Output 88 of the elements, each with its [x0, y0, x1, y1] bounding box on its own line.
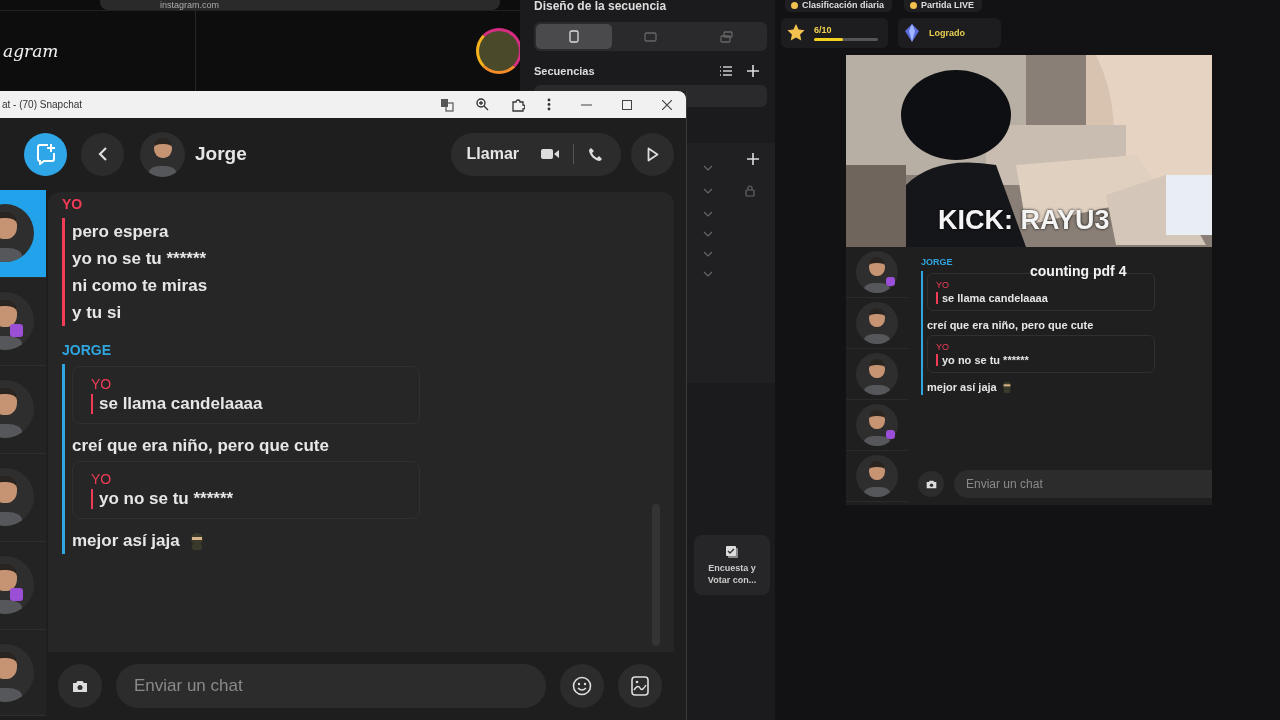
crystal-icon — [903, 23, 921, 43]
avatar — [856, 302, 898, 344]
more-icon[interactable] — [547, 98, 551, 111]
tile-label: Encuesta y Votar con... — [706, 561, 758, 586]
camera-icon — [72, 679, 88, 693]
avatar — [856, 404, 898, 446]
sender-name: YO — [62, 196, 84, 212]
message-text: yo no se tu ****** — [72, 248, 207, 269]
message-text: ni como te miras — [72, 275, 208, 296]
new-chat-button[interactable] — [24, 132, 67, 176]
chevron-icon[interactable] — [703, 251, 713, 257]
star-icon — [786, 23, 806, 43]
dual-frame-icon — [720, 30, 734, 43]
sender-name: JORGE — [62, 342, 112, 358]
sticker-icon — [631, 676, 649, 696]
message-text: yo no se tu ****** — [91, 489, 401, 509]
badge-chip[interactable]: Partida LIVE — [904, 0, 983, 12]
message-text: creí que era niño, pero que cute — [72, 435, 329, 456]
sender-name: YO — [91, 376, 113, 392]
contact-item[interactable] — [0, 190, 46, 278]
list-icon[interactable] — [719, 65, 733, 77]
chevron-icon[interactable] — [703, 211, 713, 217]
plus-icon[interactable] — [747, 65, 759, 77]
layout-tab[interactable] — [536, 24, 613, 49]
camera-button[interactable] — [58, 664, 102, 708]
chevron-icon[interactable] — [703, 271, 713, 277]
story-avatar[interactable] — [476, 28, 522, 74]
play-button[interactable] — [631, 132, 674, 176]
video-caption: KICK: RAYU3 — [938, 205, 1110, 236]
close-icon[interactable] — [662, 99, 672, 110]
message-text: se llama candelaaaa — [91, 394, 401, 414]
chevron-icon[interactable] — [703, 165, 713, 171]
panel-title: Diseño de la secuencia — [534, 0, 668, 12]
sticker-button[interactable] — [618, 664, 662, 708]
extension-icon[interactable] — [511, 97, 525, 112]
contact-item[interactable] — [0, 542, 46, 630]
overlay-text: counting pdf 4 — [1030, 263, 1127, 279]
emoji-button[interactable] — [560, 664, 604, 708]
message-text: pero espera — [72, 221, 169, 242]
camera-button[interactable] — [918, 471, 944, 497]
sender-name: JORGE — [921, 257, 954, 267]
phone-icon[interactable] — [588, 146, 603, 162]
contact-item[interactable] — [0, 630, 46, 716]
contact-item[interactable] — [0, 366, 46, 454]
avatar — [856, 353, 898, 395]
call-button[interactable]: Llamar — [456, 139, 527, 169]
message-text: mejor así jaja — [72, 530, 180, 551]
back-icon — [97, 147, 108, 161]
smiley-icon — [572, 676, 592, 696]
avatar[interactable] — [140, 131, 185, 177]
sender-name: YO — [91, 471, 113, 487]
progress-bar — [814, 38, 878, 41]
poll-icon — [725, 544, 739, 559]
poll-tile[interactable]: Encuesta y Votar con... — [694, 535, 770, 595]
plus-icon[interactable] — [747, 153, 759, 165]
message-text: yo no se tu ****** — [936, 354, 1146, 366]
avatar — [856, 455, 898, 497]
new-chat-icon — [34, 143, 57, 165]
chevron-icon[interactable] — [703, 188, 713, 194]
message-text: se llama candelaaaa — [936, 292, 1146, 304]
avatar — [856, 251, 898, 293]
sender-name: YO — [936, 342, 950, 352]
sender-name: YO — [936, 280, 950, 290]
status-label: Logrado — [929, 28, 965, 38]
maximize-icon[interactable] — [622, 99, 632, 110]
chevron-icon[interactable] — [703, 231, 713, 237]
translate-icon[interactable] — [440, 97, 454, 112]
phone-frame-icon — [569, 30, 580, 43]
zoom-icon[interactable] — [476, 98, 489, 111]
camera-icon — [925, 479, 937, 489]
contact-item[interactable] — [0, 278, 46, 366]
message-input[interactable]: Enviar un chat — [954, 470, 1212, 498]
logo-text: agram — [3, 41, 59, 61]
goal-count: 6/10 — [814, 25, 833, 35]
video-icon[interactable] — [541, 148, 559, 160]
contact-name[interactable]: Jorge — [195, 143, 247, 165]
screen-frame-icon — [644, 31, 657, 42]
badge-chip[interactable]: Clasificación diaria — [785, 0, 893, 12]
message-text: y tu si — [72, 302, 122, 323]
contact-item[interactable] — [0, 454, 46, 542]
address-bar[interactable]: instagram.com — [100, 0, 500, 10]
message-text: mejor así jaja — [927, 381, 997, 393]
message-input[interactable]: Enviar un chat — [116, 664, 546, 708]
message-text: creí que era niño, pero que cute — [927, 319, 1094, 331]
window-title: at - (70) Snapchat — [2, 99, 84, 110]
play-icon — [646, 146, 659, 162]
section-title: Secuencias — [534, 65, 596, 77]
lock-icon[interactable] — [745, 185, 755, 197]
